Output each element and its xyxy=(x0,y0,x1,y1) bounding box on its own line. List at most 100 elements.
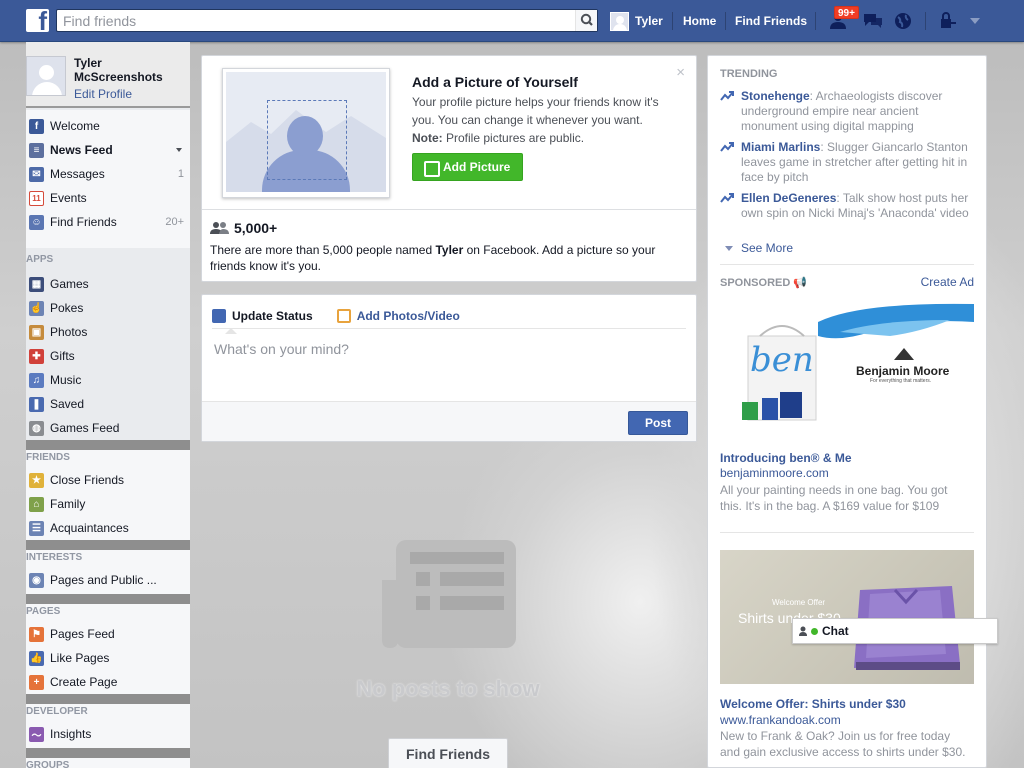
search-input[interactable] xyxy=(57,10,557,31)
add-picture-button-label: Add Picture xyxy=(443,160,511,174)
sidebar-item-label: Welcome xyxy=(50,119,100,133)
account-settings-chevron-down-icon[interactable] xyxy=(970,18,980,24)
sidebar-item-messages[interactable]: ✉ Messages 1 xyxy=(26,162,190,186)
notifications-globe-icon[interactable] xyxy=(892,11,914,31)
sidebar-item-label: Create Page xyxy=(50,675,118,689)
sidebar-item-pages-feed[interactable]: ⚑ Pages Feed xyxy=(26,622,190,646)
ad-image-tagline: For everything that matters. xyxy=(870,378,932,384)
trending-header: TRENDING xyxy=(720,68,778,80)
sidebar-item-pages-public[interactable]: ◉ Pages and Public ... xyxy=(26,568,190,592)
events-icon: 11 xyxy=(29,190,44,206)
ad-title[interactable]: Introducing ben® & Me xyxy=(720,451,852,465)
sidebar-item-photos[interactable]: ▣ Photos xyxy=(26,320,190,344)
trending-topic-name: Ellen DeGeneres xyxy=(741,191,837,205)
sidebar-header-pages[interactable]: PAGES xyxy=(26,606,60,617)
topbar-user-name: Tyler xyxy=(635,14,663,28)
sidebar-item-insights[interactable]: 〜 Insights xyxy=(26,722,190,746)
sidebar-item-pokes[interactable]: ☝ Pokes xyxy=(26,296,190,320)
sidebar-divider xyxy=(26,594,190,604)
composer-footer: Post xyxy=(202,401,696,441)
facebook-logo-icon[interactable]: f xyxy=(26,9,49,32)
name-info-name: Tyler xyxy=(435,243,464,257)
profile-avatar[interactable] xyxy=(26,56,66,96)
chevron-down-icon xyxy=(725,246,733,251)
sidebar-item-create-page[interactable]: + Create Page xyxy=(26,670,190,694)
sidebar-item-find-friends[interactable]: ☺ Find Friends 20+ xyxy=(26,210,190,234)
trending-topic-name: Stonehenge xyxy=(741,89,810,103)
sidebar-item-welcome[interactable]: f Welcome xyxy=(26,114,190,138)
find-friends-button[interactable]: Find Friends xyxy=(388,738,508,768)
add-picture-description: Your profile picture helps your friends … xyxy=(412,93,677,147)
news-feed-options-chevron-down-icon[interactable] xyxy=(176,148,182,152)
sidebar-header-developer[interactable]: DEVELOPER xyxy=(26,706,88,717)
online-status-icon xyxy=(811,627,818,635)
privacy-shortcuts-icon[interactable] xyxy=(938,11,960,31)
sidebar-item-games-feed[interactable]: ◍ Games Feed xyxy=(26,416,190,440)
sidebar-item-news-feed[interactable]: ≡ News Feed xyxy=(26,138,190,162)
edit-profile-link[interactable]: Edit Profile xyxy=(74,87,132,101)
chat-bar[interactable]: Chat xyxy=(792,618,998,644)
ad-url[interactable]: benjaminmoore.com xyxy=(720,466,829,480)
sidebar-item-gifts[interactable]: ✚ Gifts xyxy=(26,344,190,368)
section-divider xyxy=(720,264,974,265)
ad-image-brand: Benjamin Moore xyxy=(856,364,950,378)
ad-image-benjamin-moore[interactable]: ben Benjamin Moore For everything that m… xyxy=(720,302,974,428)
sidebar-item-saved[interactable]: ❚ Saved xyxy=(26,392,190,416)
sidebar-item-label: Games Feed xyxy=(50,421,120,435)
tab-indicator xyxy=(225,328,237,334)
ad-title[interactable]: Welcome Offer: Shirts under $30 xyxy=(720,697,906,711)
search-box[interactable] xyxy=(56,9,598,32)
add-picture-button[interactable]: Add Picture xyxy=(412,153,524,181)
add-picture-prompt: Add a Picture of Yourself Your profile p… xyxy=(202,56,696,210)
sidebar-item-label: Music xyxy=(50,373,82,387)
sidebar-item-acquaintances[interactable]: ☰ Acquaintances xyxy=(26,516,190,540)
profile-picture-placeholder[interactable] xyxy=(222,68,390,198)
topbar-divider xyxy=(815,12,816,30)
sidebar-header-interests[interactable]: INTERESTS xyxy=(26,552,82,563)
sidebar-header-groups[interactable]: GROUPS xyxy=(26,760,69,768)
search-icon[interactable] xyxy=(575,10,597,31)
sidebar-divider xyxy=(26,748,190,758)
status-input[interactable]: What's on your mind? xyxy=(214,341,349,357)
sidebar-divider xyxy=(26,694,190,704)
topbar-divider xyxy=(725,12,726,30)
sidebar-item-label: Like Pages xyxy=(50,651,110,665)
sidebar-item-music[interactable]: ♫ Music xyxy=(26,368,190,392)
sidebar-header-apps[interactable]: APPS xyxy=(26,254,53,265)
sidebar-item-label: Events xyxy=(50,191,87,205)
messages-icon[interactable] xyxy=(862,11,884,31)
tab-update-status[interactable]: Update Status xyxy=(212,303,313,329)
trending-item[interactable]: Stonehenge: Archaeologists discover unde… xyxy=(720,89,972,134)
trending-item[interactable]: Miami Marlins: Slugger Giancarlo Stanton… xyxy=(720,140,972,185)
tab-add-photos-video[interactable]: Add Photos/Video xyxy=(336,303,460,329)
megaphone-icon: 📢 xyxy=(793,277,808,289)
sidebar-item-like-pages[interactable]: 👍 Like Pages xyxy=(26,646,190,670)
sidebar-interests-section: INTERESTS ◉ Pages and Public ... xyxy=(26,550,190,594)
see-more-link[interactable]: See More xyxy=(741,241,793,255)
post-button[interactable]: Post xyxy=(628,411,688,435)
ad-url[interactable]: www.frankandoak.com xyxy=(720,713,841,727)
sidebar-header-friends[interactable]: FRIENDS xyxy=(26,452,70,463)
sidebar-item-label: Family xyxy=(50,497,86,511)
sponsored-header-label: SPONSORED xyxy=(720,277,791,289)
topbar-profile-link[interactable]: Tyler xyxy=(610,10,663,32)
sidebar-item-games[interactable]: ▦ Games xyxy=(26,272,190,296)
trending-arrow-icon xyxy=(720,193,734,203)
chat-label: Chat xyxy=(822,624,849,638)
ad-description: New to Frank & Oak? Join us for free tod… xyxy=(720,729,966,759)
games-feed-icon: ◍ xyxy=(29,420,44,436)
status-composer: Update Status Add Photos/Video What's on… xyxy=(201,294,697,442)
sidebar-main-section: f Welcome ≡ News Feed ✉ Messages 1 11 Ev… xyxy=(26,110,190,264)
trending-item[interactable]: Ellen DeGeneres: Talk show host puts her… xyxy=(720,191,972,221)
profile-name[interactable]: Tyler McScreenshots xyxy=(74,56,184,84)
create-ad-link[interactable]: Create Ad xyxy=(921,275,974,289)
sponsored-header: SPONSORED 📢 xyxy=(720,276,807,289)
home-link[interactable]: Home xyxy=(683,14,716,28)
sidebar-item-events[interactable]: 11 Events xyxy=(26,186,190,210)
sidebar-item-label: Photos xyxy=(50,325,88,339)
sidebar-item-family[interactable]: ⌂ Family xyxy=(26,492,190,516)
close-icon[interactable]: × xyxy=(676,64,685,81)
ad-image-frank-oak[interactable]: Welcome Offer Shirts under $30 xyxy=(720,550,974,684)
sidebar-item-close-friends[interactable]: ★ Close Friends xyxy=(26,468,190,492)
find-friends-link[interactable]: Find Friends xyxy=(735,14,807,28)
